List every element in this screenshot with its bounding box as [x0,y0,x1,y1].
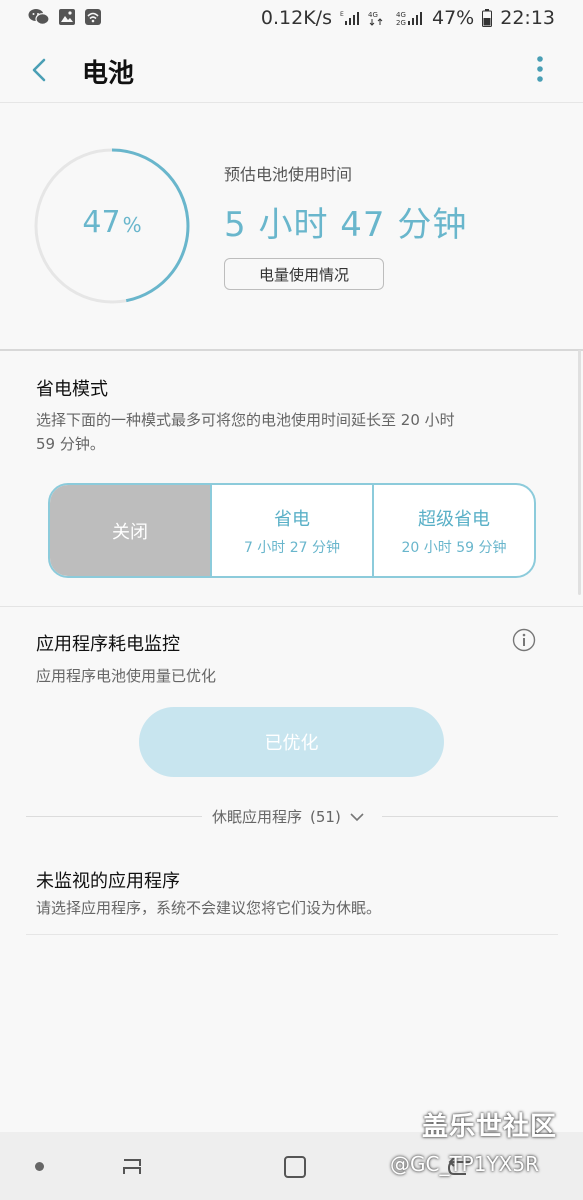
page-title: 电池 [82,59,135,89]
power-saving-title: 省电模式 [36,379,108,400]
back-arrow-icon [32,58,46,82]
mode-saving-label: 省电 [274,508,310,530]
sleeping-apps-label: 休眠应用程序 [212,808,303,826]
signal-4g-icon: 4G 2G [396,10,424,26]
svg-text:4G: 4G [368,11,378,19]
mode-super-saving-option[interactable]: 超级省电 20 小时 59 分钟 [372,485,534,576]
info-icon [512,628,536,652]
battery-usage-button[interactable]: 电量使用情况 [224,258,384,290]
svg-text:2G: 2G [396,19,406,26]
status-bar: 0.12K/s E 4G 4G 2G 47% 22:13 [0,0,583,36]
home-icon [284,1156,306,1178]
wechat-icon [28,8,50,26]
back-button[interactable] [24,54,56,86]
wifi-icon [84,8,102,26]
network-speed: 0.12K/s [260,7,332,29]
sleeping-apps-toggle[interactable]: 休眠应用程序 (51) [212,806,365,827]
svg-text:4G: 4G [396,11,406,19]
unmonitored-apps-title[interactable]: 未监视的应用程序 [36,867,180,893]
app-bar: 电池 [0,36,583,103]
estimate-time: 5 小时 47 分钟 [224,205,468,245]
recent-apps-button[interactable] [118,1154,146,1184]
mode-off-option[interactable]: 关闭 [50,485,210,576]
estimate-label: 预估电池使用时间 [224,165,353,184]
battery-icon [482,9,493,27]
mode-off-label: 关闭 [112,521,148,543]
divider-line [382,816,558,817]
mode-super-saving-time: 20 小时 59 分钟 [401,539,507,556]
optimized-button[interactable]: 已优化 [139,707,444,777]
power-mode-selector: 关闭 省电 7 小时 27 分钟 超级省电 20 小时 59 分钟 [48,483,536,578]
unmonitored-apps-description: 请选择应用程序，系统不会建议您将它们设为休眠。 [36,899,382,917]
clock: 22:13 [500,7,555,29]
mode-saving-option[interactable]: 省电 7 小时 27 分钟 [210,485,372,576]
section-divider [0,349,583,351]
image-icon [58,8,76,26]
status-left-icons [28,8,102,26]
status-right: 0.12K/s E 4G 4G 2G 47% 22:13 [261,7,555,29]
list-divider [26,934,558,935]
chevron-down-icon [350,812,364,821]
battery-percentage-unit: % [122,213,142,237]
signal-icon: E [340,10,360,26]
svg-text:E: E [340,11,344,18]
app-monitor-title: 应用程序耗电监控 [36,634,180,655]
battery-percent: 47% [432,7,475,29]
sleeping-apps-count: (51) [310,807,341,826]
info-button[interactable] [512,628,536,652]
divider-line [26,816,202,817]
battery-percentage-value: 47 [82,205,121,240]
watermark-title: 盖乐世社区 [422,1112,558,1142]
section-divider [0,606,583,607]
recent-apps-icon [123,1159,141,1174]
mode-saving-time: 7 小时 27 分钟 [243,539,341,556]
4g-icon: 4G [368,10,388,26]
power-saving-description: 选择下面的一种模式最多可将您的电池使用时间延长至 20 小时 59 分钟。 [36,411,455,453]
app-monitor-description: 应用程序电池使用量已优化 [36,667,217,685]
battery-percentage: 47% [32,205,192,240]
more-vertical-icon [537,56,543,82]
home-button[interactable] [282,1154,308,1184]
mode-super-saving-label: 超级省电 [418,508,490,530]
more-options-button[interactable] [526,52,554,86]
nav-hide-dot[interactable] [35,1162,44,1171]
watermark-subtitle: @GC_TP1YX5R [390,1152,540,1176]
scroll-indicator [578,350,581,595]
